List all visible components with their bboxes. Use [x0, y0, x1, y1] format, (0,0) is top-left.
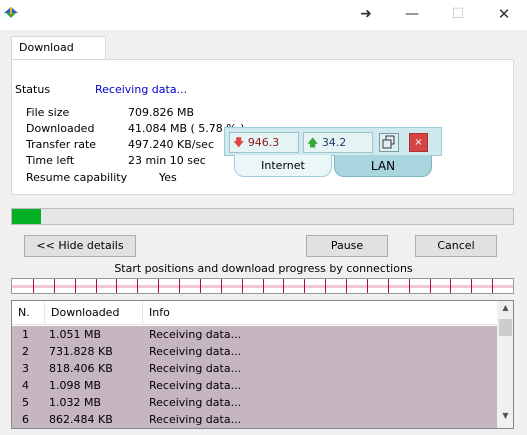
connection-start-marker — [346, 279, 347, 293]
connection-start-marker — [32, 279, 34, 293]
table-row[interactable]: 6 862.484 KB Receiving data... — [12, 411, 497, 428]
connection-start-marker — [471, 279, 473, 293]
resume-capability-label: Resume capability — [26, 171, 128, 184]
connection-start-marker — [408, 279, 410, 293]
widget-close-button[interactable]: × — [409, 133, 428, 152]
connection-start-marker — [53, 279, 55, 293]
tab-download-status[interactable]: Download status — [11, 36, 106, 76]
table-row[interactable]: 2 731.828 KB Receiving data... — [12, 343, 497, 360]
row-info: Receiving data... — [149, 345, 242, 358]
row-info: Receiving data... — [149, 413, 242, 426]
restore-icon[interactable] — [379, 133, 399, 152]
download-speed: 🡇 946.3 KB/s — [229, 132, 299, 168]
row-number: 5 — [22, 396, 29, 409]
connection-start-marker — [429, 279, 431, 293]
scroll-down-icon[interactable]: ▼ — [497, 411, 513, 420]
table-row[interactable]: 3 818.406 KB Receiving data... — [12, 360, 497, 377]
cancel-button[interactable]: Cancel — [415, 235, 497, 257]
title-bar: ➜ — ☐ ✕ — [0, 0, 527, 30]
scroll-thumb[interactable] — [499, 319, 512, 336]
connections-progress-bar — [11, 278, 514, 294]
row-downloaded: 1.051 MB — [49, 328, 102, 341]
list-header: N. Downloaded Info — [12, 301, 497, 325]
table-row[interactable]: 5 1.032 MB Receiving data... — [12, 394, 497, 411]
connections-list: N. Downloaded Info 1 1.051 MB Receiving … — [11, 300, 514, 429]
status-value: Receiving data... — [95, 83, 188, 96]
row-downloaded: 1.098 MB — [49, 379, 102, 392]
upload-speed: 🡅 34.2 KB/s — [303, 132, 373, 168]
column-header-info[interactable]: Info — [143, 301, 497, 325]
row-info: Receiving data... — [149, 396, 242, 409]
connection-start-marker — [283, 279, 285, 293]
connection-start-marker — [262, 279, 264, 293]
column-header-downloaded[interactable]: Downloaded — [45, 301, 143, 325]
table-row[interactable]: 4 1.098 MB Receiving data... — [12, 377, 497, 394]
connection-start-marker — [241, 279, 243, 293]
pause-button[interactable]: Pause — [306, 235, 388, 257]
connection-start-marker — [220, 279, 222, 293]
app-icon — [4, 7, 18, 18]
row-number: 6 — [22, 413, 29, 426]
resume-capability-value: Yes — [159, 171, 177, 184]
row-number: 1 — [22, 328, 29, 341]
connection-start-marker — [387, 279, 389, 293]
minimize-button[interactable]: — — [389, 0, 435, 30]
connection-start-marker — [179, 279, 180, 293]
connection-start-marker — [116, 279, 118, 293]
connection-start-marker — [137, 279, 139, 293]
maximize-button: ☐ — [451, 6, 465, 22]
speed-widget-bar: 🡇 946.3 KB/s 🡅 34.2 KB/s × — [224, 127, 442, 168]
row-number: 2 — [22, 345, 29, 358]
tab-internet[interactable]: Internet — [234, 155, 332, 177]
row-number: 3 — [22, 362, 29, 375]
transfer-rate-label: Transfer rate — [26, 138, 97, 151]
file-size-label: File size — [26, 106, 70, 119]
file-size-value: 709.826 MB — [128, 106, 195, 119]
hide-details-button[interactable]: << Hide details — [24, 235, 136, 257]
tab-lan[interactable]: LAN — [334, 155, 432, 177]
connection-start-marker — [304, 279, 306, 293]
row-number: 4 — [22, 379, 29, 392]
time-left-value: 23 min 10 sec — [128, 154, 206, 167]
transfer-rate-value: 497.240 KB/sec — [128, 138, 214, 151]
scroll-up-icon[interactable]: ▲ — [497, 303, 513, 312]
speed-widget: 🡇 946.3 KB/s 🡅 34.2 KB/s × Internet LAN — [224, 127, 442, 178]
connection-start-marker — [366, 279, 368, 293]
vertical-scrollbar[interactable]: ▲ ▼ — [497, 301, 513, 428]
close-button[interactable]: ✕ — [481, 0, 527, 30]
download-progress-bar — [11, 208, 514, 225]
connections-caption: Start positions and download progress by… — [114, 262, 413, 275]
connection-start-marker — [158, 279, 160, 293]
progress-fill — [12, 209, 41, 224]
connection-start-marker — [325, 279, 327, 293]
row-info: Receiving data... — [149, 328, 242, 341]
connection-start-marker — [95, 279, 97, 293]
table-row[interactable]: 1 1.051 MB Receiving data... — [12, 326, 497, 343]
row-downloaded: 731.828 KB — [49, 345, 113, 358]
down-arrow-icon: 🡇 — [233, 136, 245, 149]
connection-start-marker — [199, 279, 201, 293]
arrow-icon[interactable]: ➜ — [343, 0, 389, 30]
time-left-label: Time left — [26, 154, 75, 167]
downloaded-label: Downloaded — [26, 122, 95, 135]
row-info: Receiving data... — [149, 379, 242, 392]
row-downloaded: 818.406 KB — [49, 362, 113, 375]
list-rows: 1 1.051 MB Receiving data... 2 731.828 K… — [12, 326, 497, 428]
row-info: Receiving data... — [149, 362, 242, 375]
row-downloaded: 862.484 KB — [49, 413, 113, 426]
column-header-n[interactable]: N. — [12, 301, 45, 325]
status-label: Status — [15, 83, 51, 96]
row-downloaded: 1.032 MB — [49, 396, 102, 409]
up-arrow-icon: 🡅 — [307, 136, 319, 149]
connection-start-marker — [74, 279, 76, 293]
connection-start-marker — [450, 279, 452, 293]
copy-windows-icon — [382, 135, 395, 149]
connection-start-marker — [492, 279, 494, 293]
